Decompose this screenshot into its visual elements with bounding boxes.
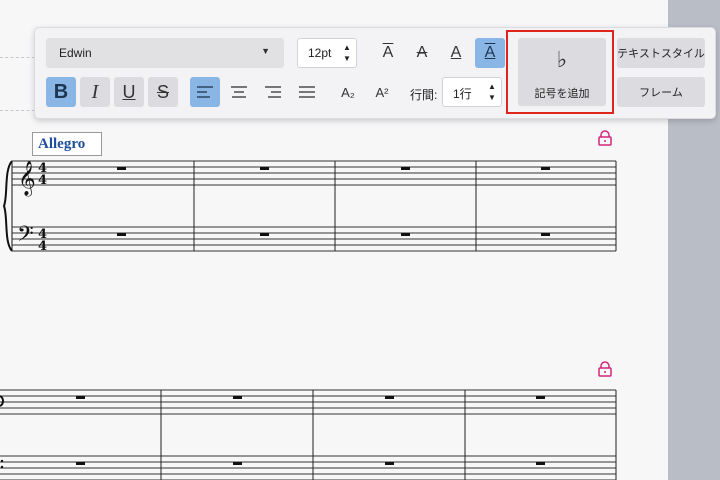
align-right-icon bbox=[265, 86, 281, 98]
font-size-input[interactable]: 12pt ▲ ▼ bbox=[297, 38, 357, 68]
font-family-value: Edwin bbox=[59, 46, 92, 60]
underline-button[interactable]: U bbox=[114, 77, 144, 107]
frame-button[interactable]: フレーム bbox=[617, 77, 705, 107]
strikethrough-icon: S bbox=[156, 81, 169, 102]
line-spacing-input[interactable]: 1行 ▲ ▼ bbox=[442, 77, 502, 107]
strike-a-icon: A bbox=[416, 44, 428, 61]
grand-staff-brace bbox=[2, 160, 13, 252]
superscript-button[interactable]: A² bbox=[367, 77, 397, 107]
bass-clef-icon: 𝄢 bbox=[17, 222, 34, 252]
font-size-value: 12pt bbox=[308, 46, 332, 60]
underline-a-icon: A bbox=[450, 44, 462, 61]
barlines bbox=[193, 161, 617, 251]
superscript-icon: A² bbox=[375, 84, 389, 100]
justify-button[interactable] bbox=[292, 77, 322, 107]
time-signature: 44 44 bbox=[38, 161, 47, 254]
overline-a-icon: A bbox=[382, 44, 394, 61]
treble-staff bbox=[12, 160, 616, 186]
whole-rests-2 bbox=[76, 396, 545, 465]
highlight-box bbox=[506, 30, 614, 114]
strikethrough-a-button[interactable]: A bbox=[407, 38, 437, 68]
line-spacing-label: 行間: bbox=[410, 88, 438, 102]
spin-down-icon[interactable]: ▼ bbox=[342, 55, 352, 63]
overline-button[interactable]: A bbox=[373, 38, 403, 68]
strikethrough-button[interactable]: S bbox=[148, 77, 178, 107]
font-family-select[interactable]: Edwin ▼ bbox=[46, 38, 284, 68]
enclosure-a-button[interactable]: A bbox=[475, 38, 505, 68]
spin-down-icon[interactable]: ▼ bbox=[487, 94, 497, 102]
align-right-button[interactable] bbox=[258, 77, 288, 107]
svg-text:4: 4 bbox=[38, 239, 47, 254]
italic-button[interactable]: I bbox=[80, 77, 110, 107]
justify-icon bbox=[299, 86, 315, 98]
align-center-icon bbox=[231, 86, 247, 98]
tempo-text-box[interactable]: Allegro bbox=[32, 132, 102, 156]
italic-icon: I bbox=[91, 80, 99, 103]
line-spacing-value: 1行 bbox=[453, 87, 472, 101]
barlines-2 bbox=[160, 390, 617, 480]
spin-up-icon[interactable]: ▲ bbox=[342, 44, 352, 52]
bass-staff bbox=[12, 226, 616, 252]
spin-up-icon[interactable]: ▲ bbox=[487, 83, 497, 91]
bass-staff-2 bbox=[0, 455, 616, 480]
clef-fragment bbox=[0, 395, 4, 407]
treble-staff-2 bbox=[0, 389, 616, 415]
subscript-button[interactable]: A₂ bbox=[333, 77, 363, 107]
treble-clef-icon: 𝄞 bbox=[18, 161, 36, 197]
chevron-down-icon: ▼ bbox=[261, 46, 270, 56]
subscript-icon: A₂ bbox=[341, 84, 355, 100]
align-center-button[interactable] bbox=[224, 77, 254, 107]
bold-button[interactable]: B bbox=[46, 77, 76, 107]
align-left-button[interactable] bbox=[190, 77, 220, 107]
box-a-icon: A bbox=[484, 44, 496, 61]
underline-a-button[interactable]: A bbox=[441, 38, 471, 68]
underline-icon: U bbox=[122, 81, 136, 102]
align-left-icon bbox=[197, 86, 213, 98]
lock-icon[interactable] bbox=[597, 130, 613, 146]
whole-rests bbox=[117, 167, 550, 236]
text-style-button[interactable]: テキストスタイル bbox=[617, 38, 705, 68]
lock-icon[interactable] bbox=[597, 361, 613, 377]
bold-icon: B bbox=[53, 80, 69, 103]
svg-text:4: 4 bbox=[38, 173, 47, 188]
